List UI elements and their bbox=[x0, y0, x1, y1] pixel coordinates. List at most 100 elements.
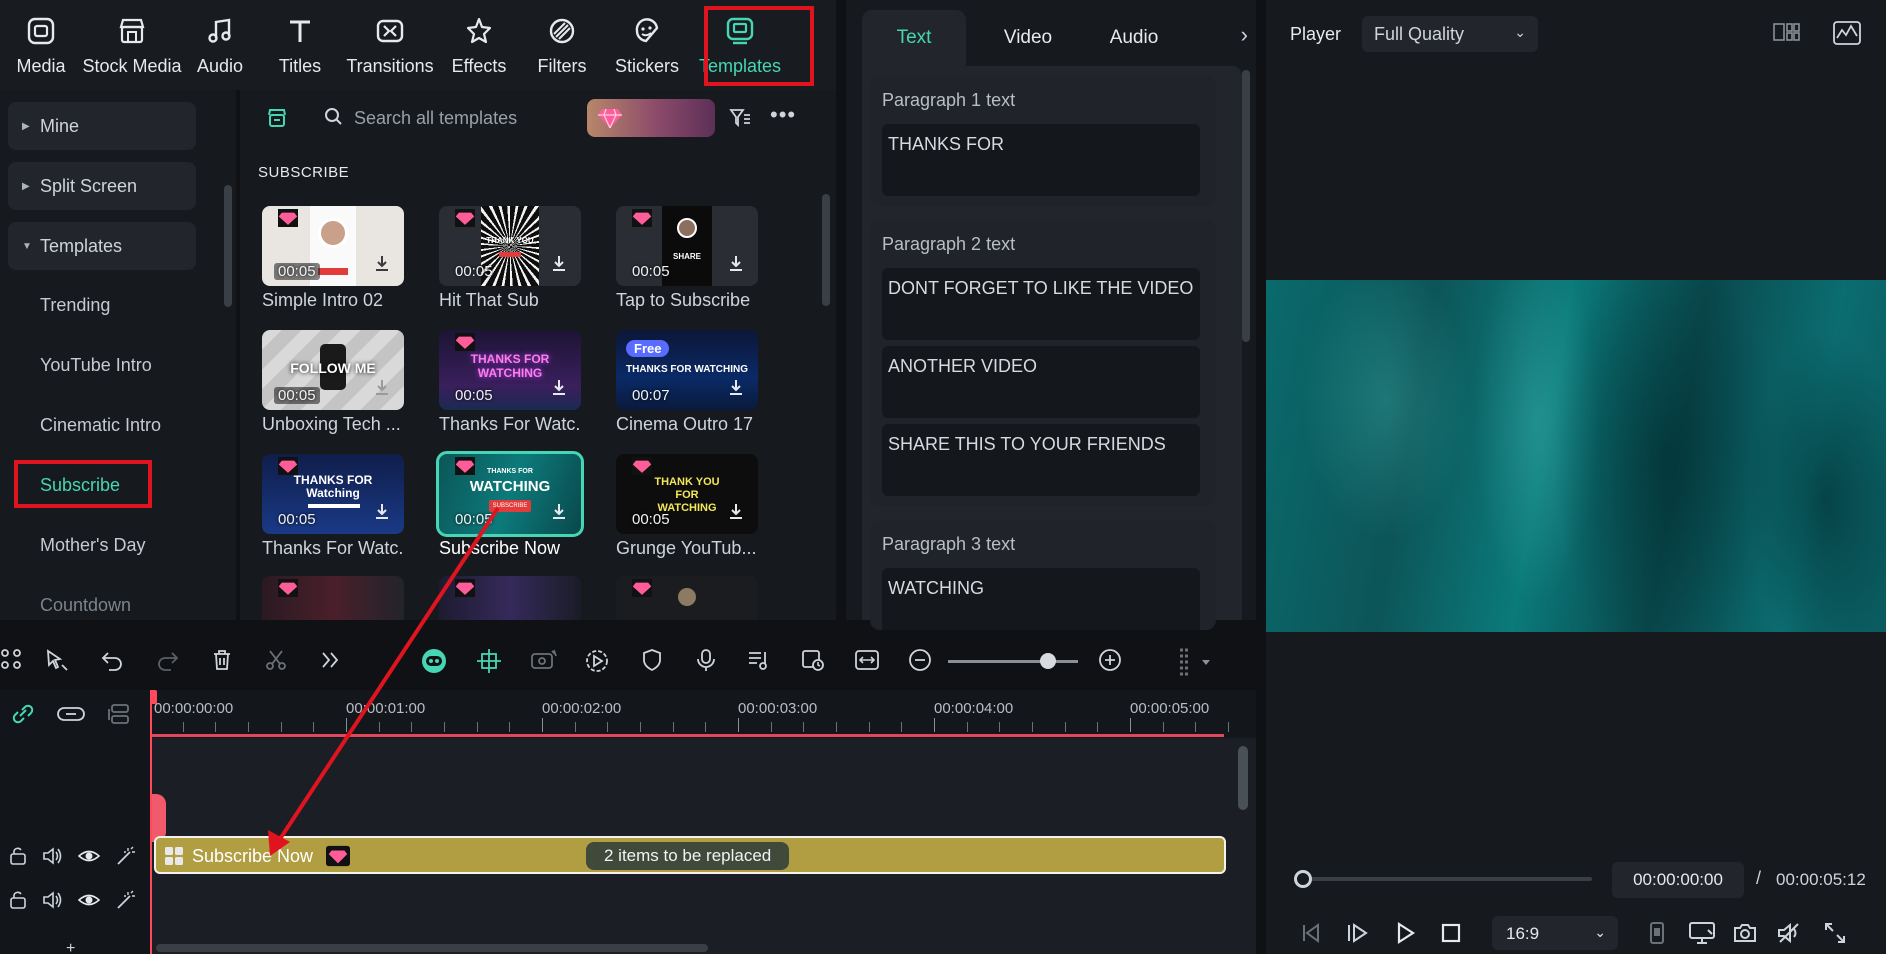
nav-group-mine[interactable]: ▶ Mine bbox=[8, 102, 196, 150]
redo-icon[interactable] bbox=[156, 648, 180, 677]
display-output-icon[interactable] bbox=[1688, 920, 1716, 951]
template-card[interactable]: Free THANKS FOR WATCHING 00:07 Cinema Ou… bbox=[616, 330, 758, 435]
aspect-ratio-dropdown[interactable]: 16:9 ⌄ bbox=[1492, 916, 1618, 950]
download-icon[interactable] bbox=[372, 377, 392, 402]
template-thumbnail[interactable]: THANKS FOR Watching 00:05 bbox=[262, 454, 404, 534]
tab-effects[interactable]: Effects bbox=[438, 0, 520, 90]
nav-scrollbar[interactable] bbox=[224, 185, 232, 307]
template-card[interactable]: THANK YOU FOR WATCHING 00:05 Grunge YouT… bbox=[616, 454, 758, 559]
link-icon[interactable] bbox=[10, 702, 36, 731]
playhead-line[interactable] bbox=[150, 690, 157, 954]
template-thumbnail[interactable]: FOLLOW ME 00:05 bbox=[262, 330, 404, 410]
template-thumbnail[interactable] bbox=[616, 576, 758, 620]
ai-assistant-icon[interactable] bbox=[420, 648, 448, 679]
timeline-view-options-icon[interactable] bbox=[1176, 648, 1216, 683]
template-card[interactable]: THANKS FOR Watching 00:05 Thanks For Wat… bbox=[262, 454, 404, 559]
template-thumbnail[interactable]: SHARE 00:05 bbox=[616, 206, 758, 286]
property-scrollbar[interactable] bbox=[1242, 70, 1250, 342]
track-manage-icon[interactable] bbox=[106, 702, 132, 731]
download-icon[interactable] bbox=[549, 253, 569, 278]
track-visibility-eye-icon[interactable] bbox=[77, 890, 101, 915]
nav-item-subscribe[interactable]: Subscribe bbox=[40, 475, 120, 496]
template-card[interactable]: 00:05 Simple Intro 02 bbox=[262, 206, 404, 311]
nav-item-mothers-day[interactable]: Mother's Day bbox=[40, 535, 145, 556]
template-clip[interactable]: Subscribe Now 2 items to be replaced bbox=[154, 836, 1226, 874]
template-thumbnail[interactable]: THANK YOU 00:05 bbox=[439, 206, 581, 286]
microphone-icon[interactable] bbox=[694, 648, 718, 677]
delete-trash-icon[interactable] bbox=[210, 648, 234, 677]
download-icon[interactable] bbox=[372, 501, 392, 526]
stop-icon[interactable] bbox=[1438, 920, 1464, 951]
tab-transitions[interactable]: Transitions bbox=[342, 0, 438, 90]
tab-templates[interactable]: Templates bbox=[690, 0, 790, 90]
scissors-split-icon[interactable] bbox=[264, 648, 288, 677]
template-thumbnail[interactable]: THANKS FOR WATCHING 00:05 bbox=[439, 330, 581, 410]
snap-magnet-icon[interactable] bbox=[476, 648, 502, 679]
template-thumbnail[interactable]: Free THANKS FOR WATCHING 00:07 bbox=[616, 330, 758, 410]
nav-item-cinematic-intro[interactable]: Cinematic Intro bbox=[40, 415, 161, 436]
chevron-right-icon[interactable]: › bbox=[1241, 22, 1248, 48]
tab-titles[interactable]: Titles bbox=[258, 0, 342, 90]
template-thumbnail[interactable] bbox=[439, 576, 581, 620]
template-card[interactable]: THANK YOU 00:05 Hit That Sub bbox=[439, 206, 581, 311]
download-icon[interactable] bbox=[372, 253, 392, 278]
template-card[interactable] bbox=[439, 576, 581, 620]
tab-filters[interactable]: Filters bbox=[520, 0, 604, 90]
auto-reframe-icon[interactable] bbox=[530, 648, 558, 677]
template-card[interactable]: SHARE 00:05 Tap to Subscribe bbox=[616, 206, 758, 311]
track-effects-wand-icon[interactable] bbox=[114, 846, 136, 871]
download-icon[interactable] bbox=[549, 377, 569, 402]
playback-speed-icon[interactable] bbox=[584, 648, 610, 679]
tab-audio[interactable]: Audio bbox=[182, 0, 258, 90]
filter-button[interactable] bbox=[728, 106, 752, 135]
paragraph-text-field[interactable]: ANOTHER VIDEO bbox=[882, 346, 1200, 418]
tab-audio-props[interactable]: Audio bbox=[1082, 10, 1186, 66]
download-icon[interactable] bbox=[726, 501, 746, 526]
nav-item-trending[interactable]: Trending bbox=[40, 295, 110, 316]
store-button[interactable] bbox=[260, 103, 294, 133]
template-thumbnail[interactable]: THANKS FOR WATCHING SUBSCRIBE 00:05 bbox=[436, 451, 584, 537]
fit-width-icon[interactable] bbox=[854, 648, 880, 677]
playhead-handle[interactable] bbox=[150, 794, 166, 842]
tab-stickers[interactable]: Stickers bbox=[604, 0, 690, 90]
tab-stock-media[interactable]: Stock Media bbox=[82, 0, 182, 90]
template-card[interactable]: THANKS FOR WATCHING 00:05 Thanks For Wat… bbox=[439, 330, 581, 435]
playback-progress-knob[interactable] bbox=[1294, 870, 1312, 888]
time-ruler[interactable]: 00:00:00:00 00:00:01:00 00:00:02:00 00:0… bbox=[150, 690, 1256, 738]
zoom-slider-knob[interactable] bbox=[1040, 653, 1056, 669]
download-icon[interactable] bbox=[726, 253, 746, 278]
playback-progress-track[interactable] bbox=[1302, 877, 1592, 881]
layout-grid-icon[interactable] bbox=[0, 648, 24, 677]
paragraph-text-field[interactable]: THANKS FOR bbox=[882, 124, 1200, 196]
template-card[interactable] bbox=[616, 576, 758, 620]
tab-text[interactable]: Text bbox=[862, 10, 966, 66]
zoom-in-icon[interactable] bbox=[1098, 648, 1122, 677]
select-cursor-icon[interactable] bbox=[44, 648, 70, 677]
paragraph-text-field[interactable]: SHARE THIS TO YOUR FRIENDS bbox=[882, 424, 1200, 496]
download-icon[interactable] bbox=[726, 377, 746, 402]
zoom-slider-track[interactable] bbox=[948, 660, 1078, 663]
play-reverse-icon[interactable] bbox=[1344, 920, 1370, 951]
more-options-icon[interactable]: ••• bbox=[770, 102, 796, 128]
grid-scrollbar[interactable] bbox=[822, 194, 830, 306]
search-input[interactable] bbox=[354, 106, 574, 130]
download-icon[interactable] bbox=[549, 501, 569, 526]
track-volume-icon[interactable] bbox=[42, 846, 64, 871]
nav-item-countdown[interactable]: Countdown bbox=[40, 595, 131, 616]
paragraph-text-field[interactable]: DONT FORGET TO LIKE THE VIDEO bbox=[882, 268, 1200, 340]
video-preview[interactable] bbox=[1266, 280, 1886, 632]
group-link-icon[interactable] bbox=[56, 702, 86, 731]
tab-media[interactable]: Media bbox=[0, 0, 82, 90]
template-thumbnail[interactable]: THANK YOU FOR WATCHING 00:05 bbox=[616, 454, 758, 534]
scope-chart-icon[interactable] bbox=[1832, 20, 1862, 51]
template-card[interactable] bbox=[262, 576, 404, 620]
tab-video[interactable]: Video bbox=[976, 10, 1080, 66]
premium-button[interactable] bbox=[587, 99, 715, 137]
template-card-selected[interactable]: THANKS FOR WATCHING SUBSCRIBE 00:05 Subs… bbox=[436, 451, 584, 559]
fullscreen-icon[interactable] bbox=[1822, 920, 1848, 951]
template-thumbnail[interactable]: 00:05 bbox=[262, 206, 404, 286]
zoom-out-icon[interactable] bbox=[908, 648, 932, 677]
snapshot-camera-icon[interactable] bbox=[1732, 920, 1758, 951]
mute-speaker-icon[interactable] bbox=[1776, 920, 1802, 951]
undo-icon[interactable] bbox=[100, 648, 124, 677]
